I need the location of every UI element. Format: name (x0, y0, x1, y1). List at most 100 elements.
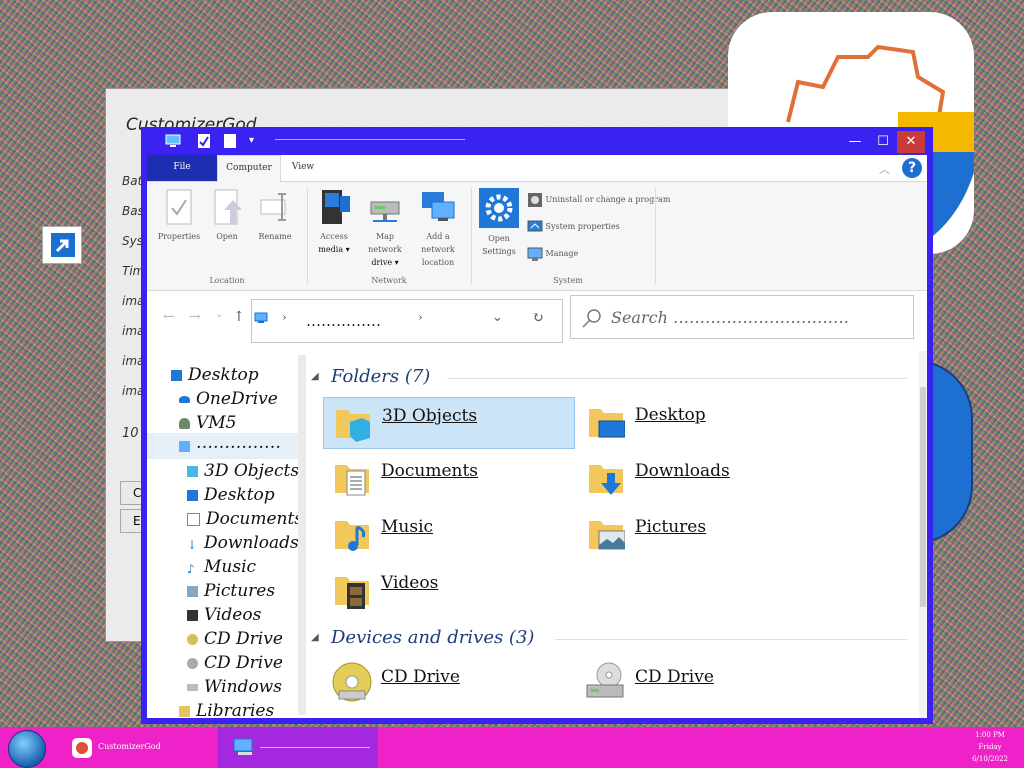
folders-section-header[interactable]: Folders (7) (331, 366, 430, 387)
drive-cd-2[interactable]: CD Drive (577, 657, 827, 717)
content-scrollbar[interactable] (919, 351, 927, 718)
search-icon (582, 309, 601, 328)
nav-item-desktop[interactable]: Desktop (171, 365, 259, 385)
ribbon-separator (471, 188, 472, 284)
nav-item-documents[interactable]: Documents (187, 509, 303, 529)
forward-arrow-icon[interactable]: → (189, 309, 201, 325)
pictures-icon (187, 586, 198, 597)
address-dropdown-icon[interactable]: ⌄ (492, 310, 503, 325)
nav-item-user[interactable]: VM5 (179, 413, 237, 433)
system-clock[interactable]: 1:00 PM Friday 6/10/2022 (972, 729, 1008, 765)
up-arrow-icon[interactable]: ↑ (233, 309, 245, 325)
address-bar[interactable]: › …………… › ⌄ ↻ (251, 299, 563, 343)
desktop-shortcut-icon[interactable] (42, 226, 82, 264)
nav-item-onedrive[interactable]: OneDrive (179, 389, 278, 409)
clock-day: Friday (978, 743, 1002, 751)
nav-item-3d-objects[interactable]: 3D Objects (187, 461, 299, 481)
folder-documents[interactable]: Documents (323, 453, 573, 503)
ribbon-separator (307, 188, 308, 284)
taskbar-item-customizergod[interactable]: CustomizerGod (62, 727, 212, 768)
folder-pictures[interactable]: Pictures (577, 509, 827, 559)
documents-folder-icon (335, 465, 369, 496)
help-icon[interactable]: ? (902, 158, 922, 178)
nav-item-downloads[interactable]: ↓ Downloads (187, 533, 299, 553)
search-input[interactable]: Search …………………………… (611, 308, 849, 327)
folder-downloads[interactable]: Downloads (577, 453, 827, 503)
address-path[interactable]: …………… (306, 312, 381, 330)
search-box[interactable]: Search …………………………… (570, 295, 914, 339)
devices-section-header[interactable]: Devices and drives (3) (331, 627, 534, 648)
3d-objects-icon (187, 466, 198, 477)
nav-item-this-pc[interactable]: …………… (147, 433, 303, 459)
refresh-icon[interactable]: ↻ (532, 310, 544, 326)
scrollbar-thumb[interactable] (920, 387, 926, 607)
drive-cd-1[interactable]: CD Drive (323, 657, 573, 717)
collapse-section-icon[interactable]: ◢ (311, 632, 319, 643)
nav-item-desktop-pc[interactable]: Desktop (187, 485, 275, 505)
access-media-button[interactable]: Access media ▾ (311, 188, 357, 256)
folder-3d-objects[interactable]: 3D Objects (323, 397, 575, 449)
back-arrow-icon[interactable]: ← (163, 309, 175, 325)
properties-icon (166, 189, 192, 225)
download-arrow-icon: ↓ (187, 538, 198, 552)
folder-desktop[interactable]: Desktop (577, 397, 827, 447)
title-bar[interactable]: ▾ — ☐ ✕ (141, 127, 933, 157)
access-media-icon (322, 190, 350, 224)
close-button[interactable]: ✕ (897, 131, 925, 153)
recent-locations-icon[interactable]: ⌄ (215, 309, 223, 320)
properties-button[interactable]: Properties (157, 188, 201, 243)
start-button[interactable] (8, 730, 46, 768)
tab-view[interactable]: View (281, 155, 325, 181)
system-properties-button[interactable]: System properties (527, 219, 620, 235)
nav-item-cd-drive-2[interactable]: CD Drive (187, 653, 283, 673)
breadcrumb-chevron-icon[interactable]: › (282, 310, 287, 324)
window-title-line (275, 139, 465, 140)
uninstall-label: Uninstall or change a program (545, 195, 671, 204)
cd-drive-icon (332, 662, 372, 702)
nav-item-videos[interactable]: Videos (187, 605, 261, 625)
taskbar-item-explorer[interactable] (218, 727, 378, 768)
add-network-location-button[interactable]: Add a network location (411, 188, 465, 269)
collapse-section-icon[interactable]: ◢ (311, 371, 319, 382)
nav-item-music[interactable]: ♪ Music (187, 557, 256, 577)
explorer-body: File Computer View ︿ ? Properties Open R… (147, 155, 927, 718)
open-settings-button[interactable]: Open Settings (477, 188, 521, 258)
network-location-icon (422, 192, 455, 221)
quick-access-dropdown-icon[interactable]: ▾ (249, 135, 254, 146)
uninstall-program-button[interactable]: Uninstall or change a program (527, 192, 670, 208)
ribbon-separator (655, 188, 656, 284)
folder-music[interactable]: Music (323, 509, 573, 559)
properties-quick-icon[interactable] (197, 133, 211, 149)
rename-button[interactable]: Rename (253, 188, 297, 243)
nav-item-pictures[interactable]: Pictures (187, 581, 275, 601)
add-network-location-label-1: Add a network (421, 232, 455, 254)
cloud-icon (179, 396, 190, 403)
this-pc-icon (233, 738, 253, 755)
libraries-icon (179, 706, 190, 717)
nav-item-libraries[interactable]: Libraries (179, 701, 274, 718)
breadcrumb-chevron-icon[interactable]: › (418, 310, 423, 324)
add-network-location-label-2: location (421, 258, 455, 267)
open-button[interactable]: Open (207, 188, 247, 243)
map-network-drive-label-2: drive ▾ (371, 258, 399, 267)
folder-videos[interactable]: Videos (323, 565, 573, 615)
taskbar: CustomizerGod 1:00 PM Friday 6/10/2022 (0, 727, 1024, 768)
map-network-drive-button[interactable]: Map network drive ▾ (361, 188, 409, 269)
new-folder-quick-icon[interactable] (223, 133, 237, 149)
videos-folder-icon (335, 577, 369, 609)
collapse-ribbon-icon[interactable]: ︿ (879, 161, 890, 177)
nav-item-windows[interactable]: Windows (187, 677, 282, 697)
bg-item: Bat (122, 174, 143, 188)
bg-number-label: 10 (122, 426, 139, 441)
system-properties-label: System properties (545, 222, 620, 231)
hard-drive-icon (187, 684, 198, 691)
nav-item-cd-drive-1[interactable]: CD Drive (187, 629, 283, 649)
maximize-button[interactable]: ☐ (869, 131, 897, 153)
manage-button[interactable]: Manage (527, 246, 578, 262)
tab-computer[interactable]: Computer (217, 155, 281, 182)
nav-scrollbar[interactable] (298, 355, 306, 715)
tab-file[interactable]: File (147, 155, 217, 181)
taskbar-title-line (260, 747, 370, 748)
location-group-label: Location (209, 276, 245, 285)
minimize-button[interactable]: — (841, 131, 869, 153)
